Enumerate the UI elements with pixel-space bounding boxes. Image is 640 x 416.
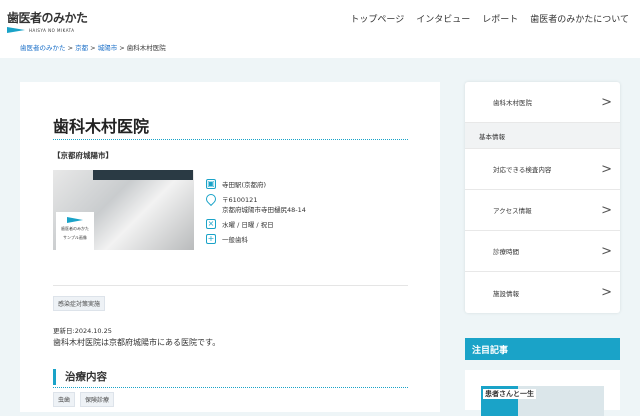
sidebar-item-access[interactable]: アクセス情報 > (465, 190, 620, 231)
nav-about[interactable]: 歯医者のみかたについて (530, 12, 629, 25)
nav-interview[interactable]: インタビュー (416, 12, 470, 25)
divider (53, 285, 408, 286)
clinic-photo: 歯医者のみかた サンプル画像 (53, 170, 194, 250)
divider (53, 139, 408, 140)
breadcrumb: 歯医者のみかた > 京都 > 城陽市 > 歯科木村医院 (20, 44, 166, 52)
sidebar-section-heading: 基本情報 (465, 123, 620, 149)
nav-top[interactable]: トップページ (350, 12, 404, 25)
article-thumbnail: 患者さんと一生 (481, 386, 604, 416)
breadcrumb-home[interactable]: 歯医者のみかた (20, 44, 66, 52)
prefecture-label: 【京都府城陽市】 (53, 151, 113, 160)
updated-date: 更新日:2024.10.25 (53, 327, 112, 335)
sidebar-item-clinic[interactable]: 歯科木村医院 > (465, 82, 620, 123)
sidebar-menu: 歯科木村医院 > 基本情報 対応できる検査内容 > アクセス情報 > 診療時間 > 施設… (465, 82, 620, 313)
train-icon: ▣ (206, 179, 216, 189)
clinic-detail: 歯科木村医院 【京都府城陽市】 歯医者のみかた サンプル画像 ▣ 寺田駅(京都府) … (20, 82, 440, 412)
nav-report[interactable]: レポート (482, 12, 518, 25)
medical-plus-icon: + (206, 234, 216, 244)
chevron-right-icon: > (601, 161, 612, 177)
sidebar-item-exams[interactable]: 対応できる検査内容 > (465, 149, 620, 190)
featured-heading: 注目記事 (465, 338, 620, 360)
sidebar-item-facility[interactable]: 施設情報 > (465, 272, 620, 313)
page-title: 歯科木村医院 (53, 117, 150, 136)
feature-tag: 感染症対策実施 (53, 296, 106, 311)
divider (53, 387, 408, 388)
clinic-description: 歯科木村医院は京都府城陽市にある医院です。 (53, 338, 221, 347)
main-nav: トップページ インタビュー レポート 歯医者のみかたについて (350, 12, 629, 25)
chevron-right-icon: > (601, 202, 612, 218)
site-header: 歯医者のみかた HAISYA NO MIKATA トップページ インタビュー レ… (0, 0, 640, 58)
chevron-right-icon: > (601, 285, 612, 300)
breadcrumb-current: 歯科木村医院 (126, 44, 166, 52)
chevron-right-icon: > (601, 94, 612, 110)
sidebar-item-hours[interactable]: 診療時間 > (465, 231, 620, 272)
featured-article[interactable]: 患者さんと一生 (465, 370, 620, 416)
clinic-info: ▣ 寺田駅(京都府) 〒6100121 京都府城陽市寺田樋尻48-14 × 水曜 / … (203, 179, 306, 249)
calendar-icon: × (206, 219, 216, 229)
flag-icon (7, 27, 25, 33)
chevron-right-icon: > (601, 243, 612, 259)
treatment-heading: 治療内容 (53, 369, 107, 385)
site-logo[interactable]: 歯医者のみかた HAISYA NO MIKATA (7, 9, 88, 33)
location-pin-icon (203, 191, 219, 207)
breadcrumb-kyoto[interactable]: 京都 (75, 44, 88, 52)
breadcrumb-city[interactable]: 城陽市 (98, 44, 118, 52)
